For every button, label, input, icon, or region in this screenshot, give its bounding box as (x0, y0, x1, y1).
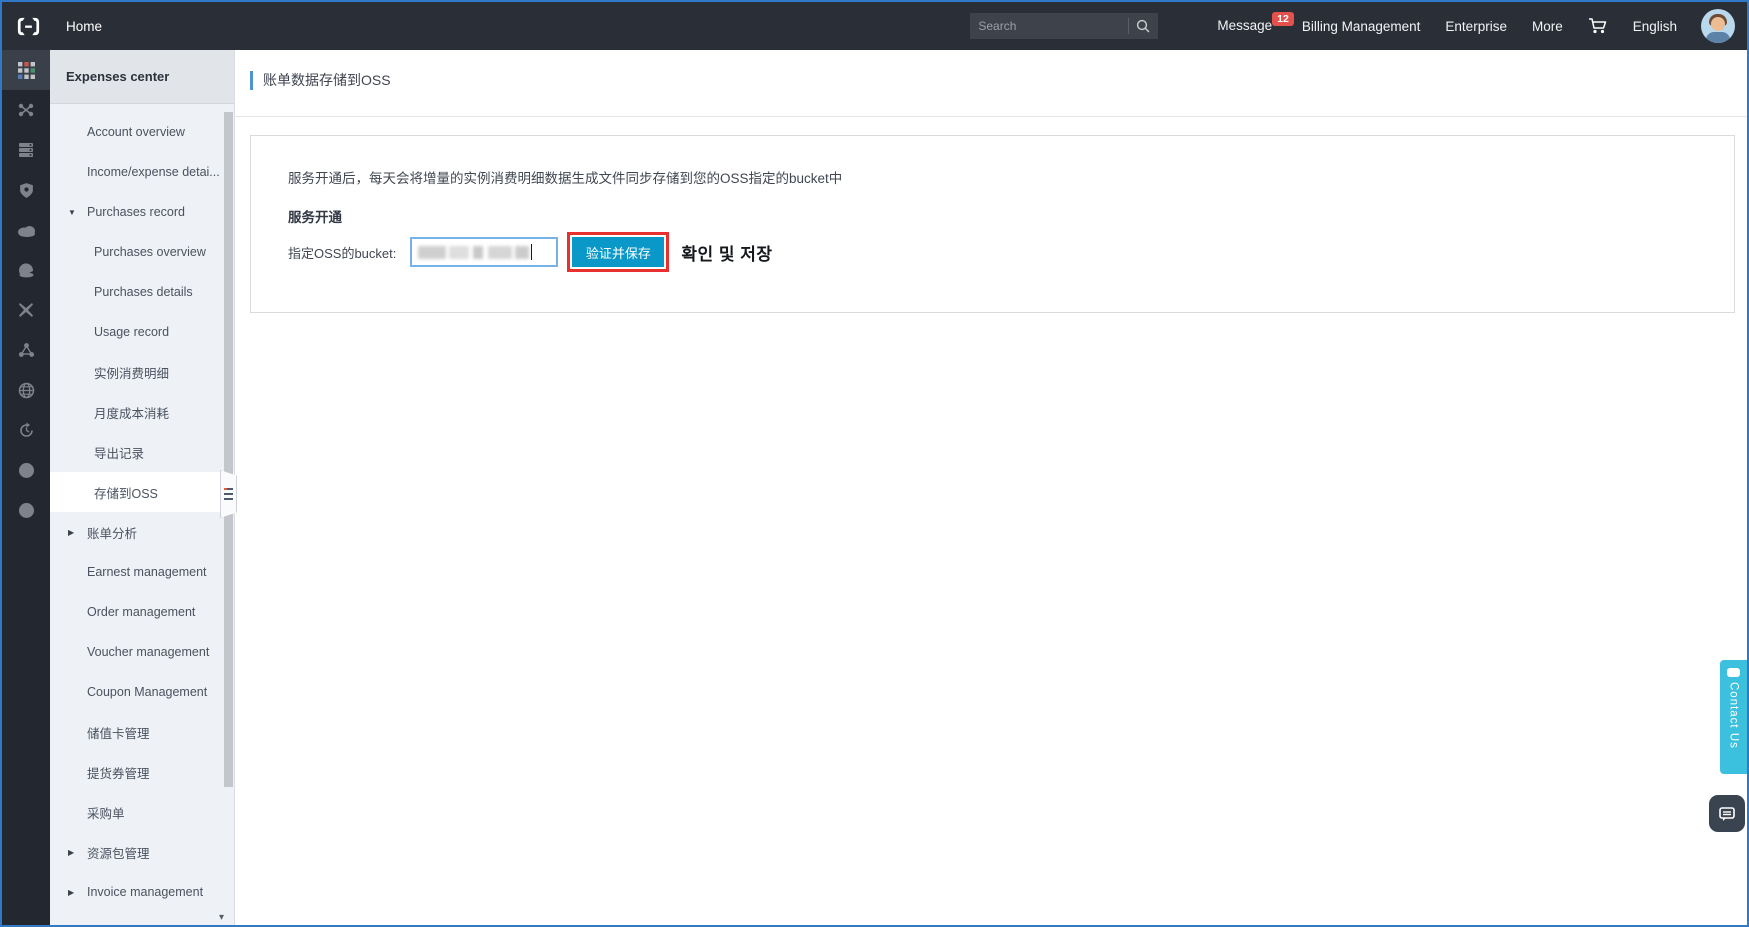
sidebar-item-export-record[interactable]: 导出记录 (50, 432, 234, 472)
sidebar-item-purchase-order[interactable]: 采购单 (50, 792, 234, 832)
annotation-highlight-box: 验证并保存 (567, 232, 669, 272)
bucket-input[interactable] (410, 237, 558, 267)
contact-us-label: Contact Us (1728, 682, 1740, 749)
sidebar-item-income-expense-details[interactable]: Income/expense detai... (50, 152, 234, 192)
sidebar-item-voucher-management[interactable]: Voucher management (50, 632, 234, 672)
alibaba-cloud-logo-icon[interactable] (15, 13, 42, 40)
home-link[interactable]: Home (66, 19, 102, 34)
shield-icon[interactable] (2, 170, 50, 210)
nav-more[interactable]: More (1532, 19, 1563, 34)
page-title: 账单数据存储到OSS (250, 71, 391, 90)
user-avatar[interactable] (1701, 9, 1735, 43)
sidebar-group-resource-package[interactable]: ▶资源包管理 (50, 832, 234, 872)
chevron-right-icon: ▶ (68, 848, 81, 857)
bucket-label: 指定OSS的bucket: (288, 243, 396, 262)
server-icon[interactable] (2, 130, 50, 170)
message-count-badge: 12 (1272, 12, 1294, 26)
search-icon[interactable] (1136, 19, 1150, 33)
redacted-bucket-value (418, 246, 529, 259)
korean-annotation: 확인 및 저장 (681, 240, 772, 265)
cloud-icon[interactable] (2, 210, 50, 250)
bucket-form-row: 指定OSS的bucket: 验证并保存 확인 및 저장 (288, 232, 773, 272)
globe-icon[interactable] (2, 370, 50, 410)
x-nodes-icon[interactable] (2, 290, 50, 330)
sidebar-group-purchases-record[interactable]: ▼Purchases record (50, 192, 234, 232)
avatar-shirt (1706, 32, 1730, 43)
triangle-nodes-icon[interactable] (2, 330, 50, 370)
chevron-right-icon: ▶ (68, 528, 81, 537)
apps-grid-icon[interactable] (2, 50, 50, 90)
sidebar-item-earnest-management[interactable]: Earnest management (50, 552, 234, 592)
search-box[interactable] (970, 13, 1158, 39)
sidebar-group-bill-analysis[interactable]: ▶账单分析 (50, 512, 234, 552)
main-content: 账单数据存储到OSS 服务开通后，每天会将增量的实例消费明细数据生成文件同步存储… (236, 50, 1747, 925)
sidebar-item-instance-consumption-details[interactable]: 实例消费明细 (50, 352, 234, 392)
search-input[interactable] (978, 19, 1124, 33)
sidebar-item-purchases-overview[interactable]: Purchases overview (50, 232, 234, 272)
sidebar-item-stored-value-card[interactable]: 储值卡管理 (50, 712, 234, 752)
chevron-right-icon: ▶ (68, 888, 81, 897)
sidebar-item-account-overview[interactable]: Account overview (50, 112, 234, 152)
header-divider (236, 116, 1747, 117)
expenses-sidebar: Expenses center Account overview Income/… (50, 50, 235, 925)
nodes-icon[interactable] (2, 90, 50, 130)
circle-service-icon-2[interactable] (2, 490, 50, 530)
sidebar-scroll-down-icon[interactable]: ▾ (219, 912, 224, 923)
sidebar-title: Expenses center (50, 50, 234, 104)
language-switcher[interactable]: English (1633, 19, 1677, 34)
verify-and-save-button[interactable]: 验证并保存 (572, 237, 664, 267)
section-title: 服务开通 (288, 206, 342, 226)
schedule-icon[interactable] (2, 410, 50, 450)
sidebar-item-order-management[interactable]: Order management (50, 592, 234, 632)
chat-widget-button[interactable] (1709, 795, 1745, 832)
sidebar-scrollbar[interactable] (224, 112, 233, 787)
app-window: Home Message12 Billing Management Enterp… (0, 0, 1749, 927)
sidebar-item-usage-record[interactable]: Usage record (50, 312, 234, 352)
avatar-face (1711, 17, 1725, 31)
sidebar-item-store-to-oss[interactable]: 存储到OSS (50, 472, 234, 512)
circle-service-icon-1[interactable] (2, 450, 50, 490)
search-divider (1128, 18, 1129, 34)
nav-enterprise[interactable]: Enterprise (1445, 19, 1507, 34)
nav-message[interactable]: Message12 (1217, 18, 1293, 34)
chevron-down-icon: ▼ (68, 208, 81, 217)
contact-us-tab[interactable]: Contact Us (1720, 660, 1747, 774)
sidebar-item-monthly-cost[interactable]: 月度成本消耗 (50, 392, 234, 432)
chat-bubble-icon (1717, 804, 1737, 824)
cloud-disk-icon[interactable] (2, 250, 50, 290)
product-rail (2, 50, 50, 925)
sidebar-item-purchases-details[interactable]: Purchases details (50, 272, 234, 312)
sidebar-collapse-handle-icon[interactable] (220, 470, 237, 518)
top-navbar: Home Message12 Billing Management Enterp… (2, 2, 1747, 50)
contact-bubble-icon (1727, 668, 1740, 677)
nav-billing-management[interactable]: Billing Management (1302, 19, 1421, 34)
text-caret (531, 244, 532, 260)
sidebar-menu: Account overview Income/expense detai...… (50, 112, 234, 912)
cart-icon[interactable] (1588, 17, 1608, 35)
oss-service-card: 服务开通后，每天会将增量的实例消费明细数据生成文件同步存储到您的OSS指定的bu… (250, 135, 1735, 313)
sidebar-group-invoice-management[interactable]: ▶Invoice management (50, 872, 234, 912)
sidebar-item-pickup-coupon[interactable]: 提货券管理 (50, 752, 234, 792)
service-description: 服务开通后，每天会将增量的实例消费明细数据生成文件同步存储到您的OSS指定的bu… (288, 167, 842, 187)
sidebar-item-coupon-management[interactable]: Coupon Management (50, 672, 234, 712)
